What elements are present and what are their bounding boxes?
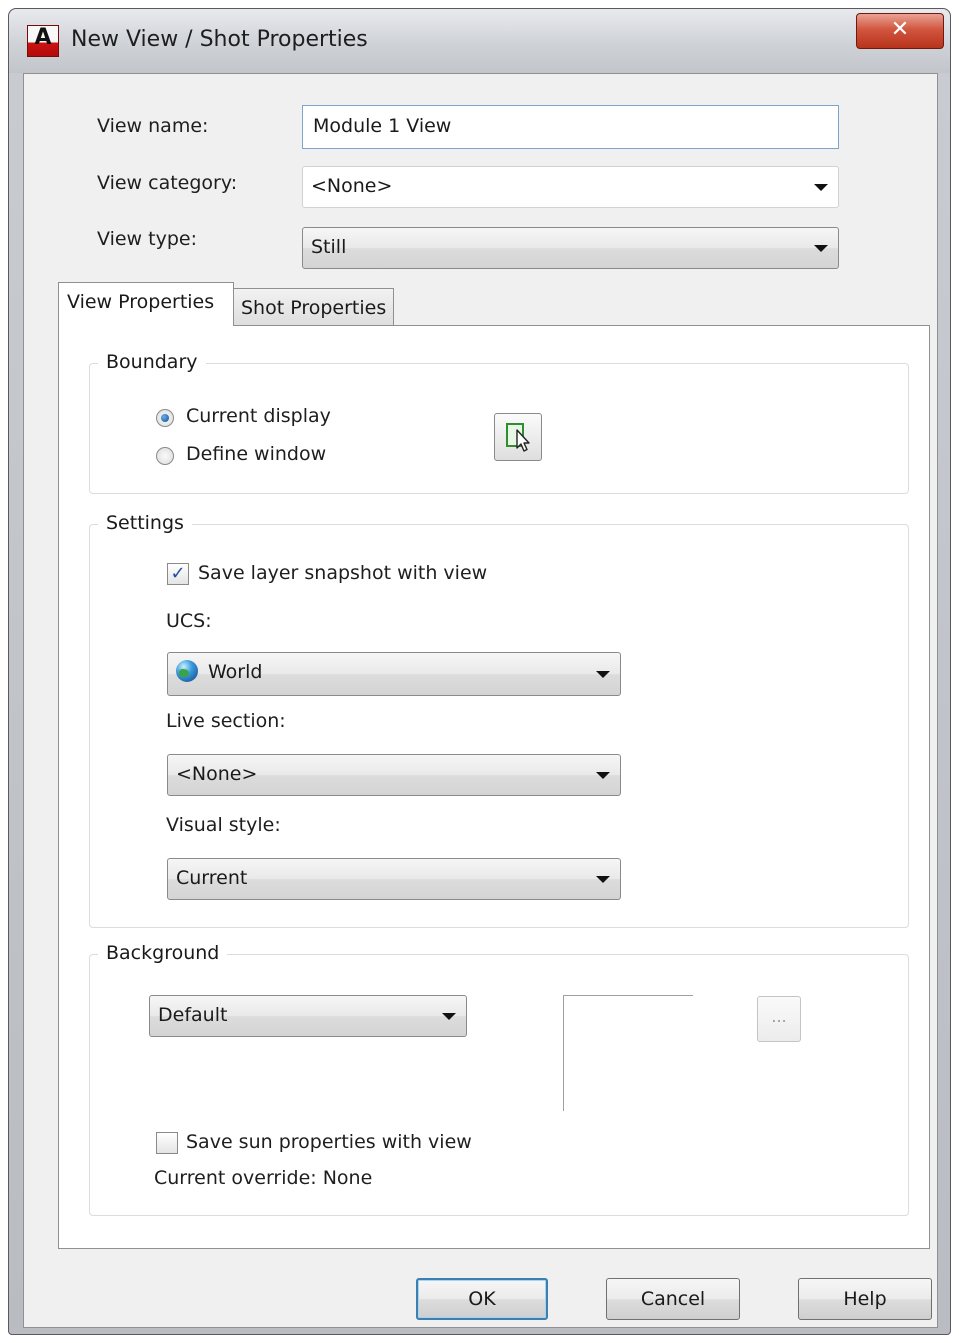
tab-label: Shot Properties: [241, 297, 387, 319]
ucs-combobox[interactable]: World: [167, 652, 621, 696]
define-window-pick-button[interactable]: [494, 413, 542, 461]
chevron-down-icon: [596, 876, 610, 883]
live-section-combobox[interactable]: <None>: [167, 754, 621, 796]
settings-group: Settings ✓ Save layer snapshot with view…: [89, 510, 909, 928]
visual-style-combobox[interactable]: Current: [167, 858, 621, 900]
define-window-radio[interactable]: [156, 447, 174, 465]
background-group-title: Background: [98, 940, 228, 966]
background-combobox[interactable]: Default: [149, 995, 467, 1037]
background-group: Background Default ... Save sun properti…: [89, 940, 909, 1216]
current-override-text: Current override: None: [154, 1167, 373, 1189]
save-layer-snapshot-checkbox[interactable]: ✓: [167, 563, 189, 585]
save-sun-properties-label[interactable]: Save sun properties with view: [186, 1131, 472, 1153]
checkmark-icon: ✓: [170, 563, 186, 584]
background-value: Default: [158, 1004, 228, 1026]
view-category-combobox[interactable]: <None>: [302, 166, 839, 208]
dialog-title: New View / Shot Properties: [71, 27, 368, 52]
autocad-logo-icon: A: [27, 25, 59, 57]
current-display-label[interactable]: Current display: [186, 405, 331, 427]
live-section-value: <None>: [176, 763, 258, 785]
help-button[interactable]: Help: [798, 1278, 932, 1320]
define-window-label[interactable]: Define window: [186, 443, 326, 465]
radio-selected-dot: [161, 414, 169, 422]
close-button[interactable]: ✕: [856, 13, 944, 49]
background-preview: [563, 995, 693, 1111]
ucs-label: UCS:: [166, 610, 212, 632]
view-category-label: View category:: [97, 172, 238, 194]
view-category-value: <None>: [311, 175, 393, 197]
globe-icon: [176, 660, 198, 682]
save-sun-properties-checkbox[interactable]: [156, 1132, 178, 1154]
chevron-down-icon: [442, 1013, 456, 1020]
ok-button[interactable]: OK: [416, 1278, 548, 1320]
chevron-down-icon: [596, 671, 610, 678]
help-label: Help: [843, 1288, 887, 1310]
ok-label: OK: [468, 1288, 496, 1310]
close-icon: ✕: [890, 17, 910, 42]
chevron-down-icon: [814, 245, 828, 252]
view-type-combobox[interactable]: Still: [302, 227, 839, 269]
chevron-down-icon: [814, 184, 828, 191]
visual-style-value: Current: [176, 867, 248, 889]
current-display-radio[interactable]: [156, 409, 174, 427]
boundary-group-title: Boundary: [98, 349, 206, 375]
dialog-window: A New View / Shot Properties ✕ View name…: [8, 8, 951, 1335]
tab-view-properties[interactable]: View Properties: [58, 282, 234, 326]
live-section-label: Live section:: [166, 710, 286, 732]
cancel-button[interactable]: Cancel: [606, 1278, 740, 1320]
title-bar[interactable]: A New View / Shot Properties ✕: [9, 9, 950, 73]
background-browse-button[interactable]: ...: [757, 996, 801, 1042]
settings-group-title: Settings: [98, 510, 192, 536]
define-window-pick-icon: [506, 423, 530, 452]
visual-style-label: Visual style:: [166, 814, 281, 836]
view-properties-panel: Boundary Current display Define window S…: [58, 325, 930, 1249]
view-type-value: Still: [311, 236, 347, 258]
save-layer-snapshot-label[interactable]: Save layer snapshot with view: [198, 562, 487, 584]
cancel-label: Cancel: [640, 1288, 706, 1310]
ucs-value: World: [208, 661, 263, 683]
tab-label: View Properties: [67, 291, 215, 313]
chevron-down-icon: [596, 772, 610, 779]
view-name-label: View name:: [97, 115, 209, 137]
ellipsis-icon: ...: [771, 1007, 787, 1026]
dialog-client-area: View name: Module 1 View View category: …: [23, 73, 938, 1328]
boundary-group: Boundary Current display Define window: [89, 349, 909, 494]
view-name-input[interactable]: Module 1 View: [302, 105, 839, 149]
tab-shot-properties[interactable]: Shot Properties: [232, 288, 394, 326]
view-name-value: Module 1 View: [313, 115, 452, 137]
view-type-label: View type:: [97, 228, 197, 250]
